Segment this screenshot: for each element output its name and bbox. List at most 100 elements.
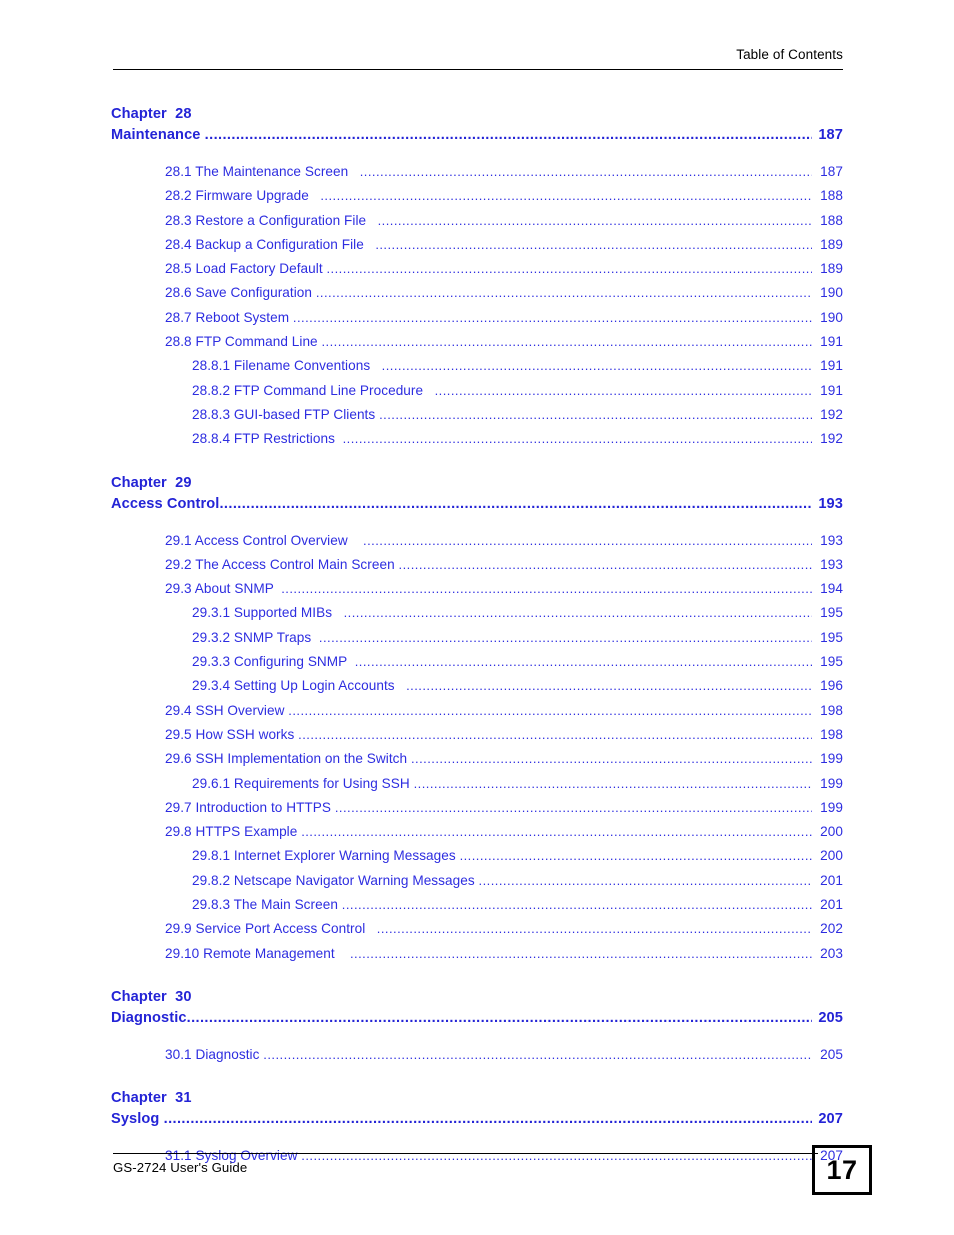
chapter-spacer bbox=[111, 452, 843, 473]
toc-entry-title: 28.8.2 FTP Command Line Procedure bbox=[192, 382, 435, 398]
toc-entry[interactable]: 28.8.4 FTP Restrictions ................… bbox=[111, 427, 843, 451]
toc-entry-title: 28.6 Save Configuration bbox=[165, 285, 316, 301]
toc-entry-page-number: 203 bbox=[820, 945, 843, 961]
chapter-block: Chapter 31 Syslog .......................… bbox=[111, 1088, 843, 1168]
chapter-spacer bbox=[111, 1067, 843, 1088]
toc-entry[interactable]: 28.8 FTP Command Line ..................… bbox=[111, 330, 843, 354]
chapter-entry[interactable]: Access Control..........................… bbox=[111, 494, 843, 515]
toc-entry-page-number: 199 bbox=[820, 775, 843, 791]
dot-leader: ........................................… bbox=[334, 799, 812, 815]
toc-entry-page-number: 187 bbox=[820, 164, 843, 179]
table-of-contents: Chapter 28 Maintenance ..................… bbox=[111, 104, 843, 1169]
toc-entry-page-number: 198 bbox=[820, 702, 843, 718]
chapter-spacer bbox=[111, 966, 843, 987]
chapter-entry-list: 28.1 The Maintenance Screen ............… bbox=[111, 160, 843, 452]
toc-entry-page-number: 193 bbox=[820, 532, 843, 548]
page-header: Table of Contents bbox=[113, 47, 843, 70]
toc-entry-title: 29.5 How SSH works bbox=[165, 726, 299, 742]
dot-leader: ........................................… bbox=[413, 775, 812, 791]
toc-entry[interactable]: 29.9 Service Port Access Control .......… bbox=[111, 917, 843, 941]
toc-entry-title: 29.1 Access Control Overview bbox=[165, 532, 364, 548]
toc-entry[interactable]: 29.8.3 The Main Screen .................… bbox=[111, 893, 843, 917]
chapter-entry[interactable]: Diagnostic..............................… bbox=[111, 1008, 843, 1029]
toc-entry-title: 28.8.4 FTP Restrictions bbox=[192, 431, 343, 447]
toc-entry-title: 29.3 About SNMP bbox=[165, 581, 282, 597]
dot-leader: ........................................… bbox=[298, 726, 812, 742]
dot-leader: ........................................… bbox=[219, 495, 812, 512]
dot-leader: ........................................… bbox=[342, 431, 812, 447]
toc-entry[interactable]: 29.3.4 Setting Up Login Accounts .......… bbox=[111, 674, 843, 698]
toc-entry[interactable]: 29.8.1 Internet Explorer Warning Message… bbox=[111, 844, 843, 868]
toc-entry[interactable]: 28.8.1 Filename Conventions ............… bbox=[111, 354, 843, 378]
toc-entry-title: 28.3 Restore a Configuration File bbox=[165, 212, 378, 228]
dot-leader: ........................................… bbox=[406, 678, 812, 694]
toc-entry-title: 29.8 HTTPS Example bbox=[165, 824, 302, 840]
chapter-block: Chapter 30 Diagnostic....................… bbox=[111, 987, 843, 1067]
toc-entry[interactable]: 28.3 Restore a Configuration File ......… bbox=[111, 209, 843, 233]
toc-entry[interactable]: 29.5 How SSH works .....................… bbox=[111, 723, 843, 747]
toc-entry[interactable]: 29.4 SSH Overview ......................… bbox=[111, 699, 843, 723]
dot-leader: ........................................… bbox=[292, 309, 812, 325]
toc-entry-page-number: 190 bbox=[820, 285, 843, 301]
toc-entry[interactable]: 29.3.1 Supported MIBs ..................… bbox=[111, 601, 843, 625]
page-number: 17 bbox=[826, 1154, 858, 1185]
toc-entry-page-number: 201 bbox=[820, 872, 843, 888]
toc-entry[interactable]: 29.10 Remote Management ................… bbox=[111, 942, 843, 966]
chapter-label: Chapter 30 bbox=[111, 988, 192, 1005]
toc-entry[interactable]: 28.7 Reboot System .....................… bbox=[111, 306, 843, 330]
toc-entry[interactable]: 30.1 Diagnostic ........................… bbox=[111, 1043, 843, 1067]
chapter-label: Chapter 29 bbox=[111, 474, 192, 491]
toc-entry-title: 28.5 Load Factory Default bbox=[165, 261, 327, 277]
toc-entry[interactable]: 29.3.3 Configuring SNMP ................… bbox=[111, 650, 843, 674]
dot-leader: ........................................… bbox=[376, 921, 812, 937]
running-header-title: Table of Contents bbox=[736, 47, 843, 62]
toc-entry-page-number: 194 bbox=[820, 581, 843, 597]
toc-entry[interactable]: 29.3 About SNMP ........................… bbox=[111, 577, 843, 601]
toc-entry[interactable]: 29.6.1 Requirements for Using SSH ......… bbox=[111, 772, 843, 796]
toc-entry-title: 28.2 Firmware Upgrade bbox=[165, 188, 321, 204]
chapter-entry[interactable]: Maintenance ............................… bbox=[111, 125, 843, 146]
toc-entry-title: 29.7 Introduction to HTTPS bbox=[165, 799, 335, 815]
toc-entry[interactable]: 28.8.2 FTP Command Line Procedure ......… bbox=[111, 379, 843, 403]
dot-leader: ........................................… bbox=[377, 212, 812, 228]
dot-leader: ........................................… bbox=[281, 581, 812, 597]
toc-entry-title: 29.8.2 Netscape Navigator Warning Messag… bbox=[192, 872, 479, 888]
toc-entry[interactable]: 29.7 Introduction to HTTPS .............… bbox=[111, 796, 843, 820]
toc-entry-title: 29.3.2 SNMP Traps bbox=[192, 629, 319, 645]
toc-entry[interactable]: 28.6 Save Configuration ................… bbox=[111, 281, 843, 305]
dot-leader: ........................................… bbox=[478, 872, 812, 888]
toc-entry-page-number: 201 bbox=[820, 897, 843, 913]
dot-leader: ........................................… bbox=[321, 334, 813, 350]
chapter-block: Chapter 28 Maintenance ..................… bbox=[111, 104, 843, 452]
toc-entry-title: 29.6 SSH Implementation on the Switch bbox=[165, 751, 411, 767]
toc-entry-page-number: 200 bbox=[820, 824, 843, 840]
toc-entry[interactable]: 29.8 HTTPS Example .....................… bbox=[111, 820, 843, 844]
chapter-page-number: 207 bbox=[818, 1111, 843, 1128]
toc-entry[interactable]: 28.5 Load Factory Default ..............… bbox=[111, 257, 843, 281]
dot-leader: ........................................… bbox=[410, 751, 812, 767]
toc-entry-page-number: 196 bbox=[820, 678, 843, 694]
dot-leader: ........................................… bbox=[186, 1009, 812, 1026]
toc-entry[interactable]: 29.3.2 SNMP Traps ......................… bbox=[111, 626, 843, 650]
chapter-title: Syslog bbox=[111, 1111, 164, 1128]
toc-entry-page-number: 192 bbox=[820, 431, 843, 447]
dot-leader: ........................................… bbox=[204, 127, 812, 143]
toc-entry[interactable]: 28.4 Backup a Configuration File .......… bbox=[111, 233, 843, 257]
chapter-title: Maintenance bbox=[111, 127, 205, 143]
toc-entry[interactable]: 28.2 Firmware Upgrade ..................… bbox=[111, 184, 843, 208]
toc-entry-page-number: 190 bbox=[820, 309, 843, 325]
dot-leader: ........................................… bbox=[363, 532, 812, 548]
toc-entry[interactable]: 28.1 The Maintenance Screen ............… bbox=[111, 160, 843, 184]
toc-entry[interactable]: 29.1 Access Control Overview ...........… bbox=[111, 529, 843, 553]
toc-entry[interactable]: 29.8.2 Netscape Navigator Warning Messag… bbox=[111, 869, 843, 893]
chapter-entry[interactable]: Syslog .................................… bbox=[111, 1109, 843, 1130]
chapter-title: Access Control bbox=[111, 495, 220, 512]
toc-entry[interactable]: 29.6 SSH Implementation on the Switch ..… bbox=[111, 747, 843, 771]
page-number-box: 17 bbox=[812, 1145, 872, 1195]
dot-leader: ........................................… bbox=[349, 945, 812, 961]
dot-leader: ........................................… bbox=[326, 261, 813, 277]
dot-leader: ........................................… bbox=[301, 1148, 812, 1164]
toc-entry[interactable]: 29.2 The Access Control Main Screen ....… bbox=[111, 553, 843, 577]
toc-entry[interactable]: 28.8.3 GUI-based FTP Clients ...........… bbox=[111, 403, 843, 427]
toc-entry-page-number: 193 bbox=[820, 556, 843, 572]
